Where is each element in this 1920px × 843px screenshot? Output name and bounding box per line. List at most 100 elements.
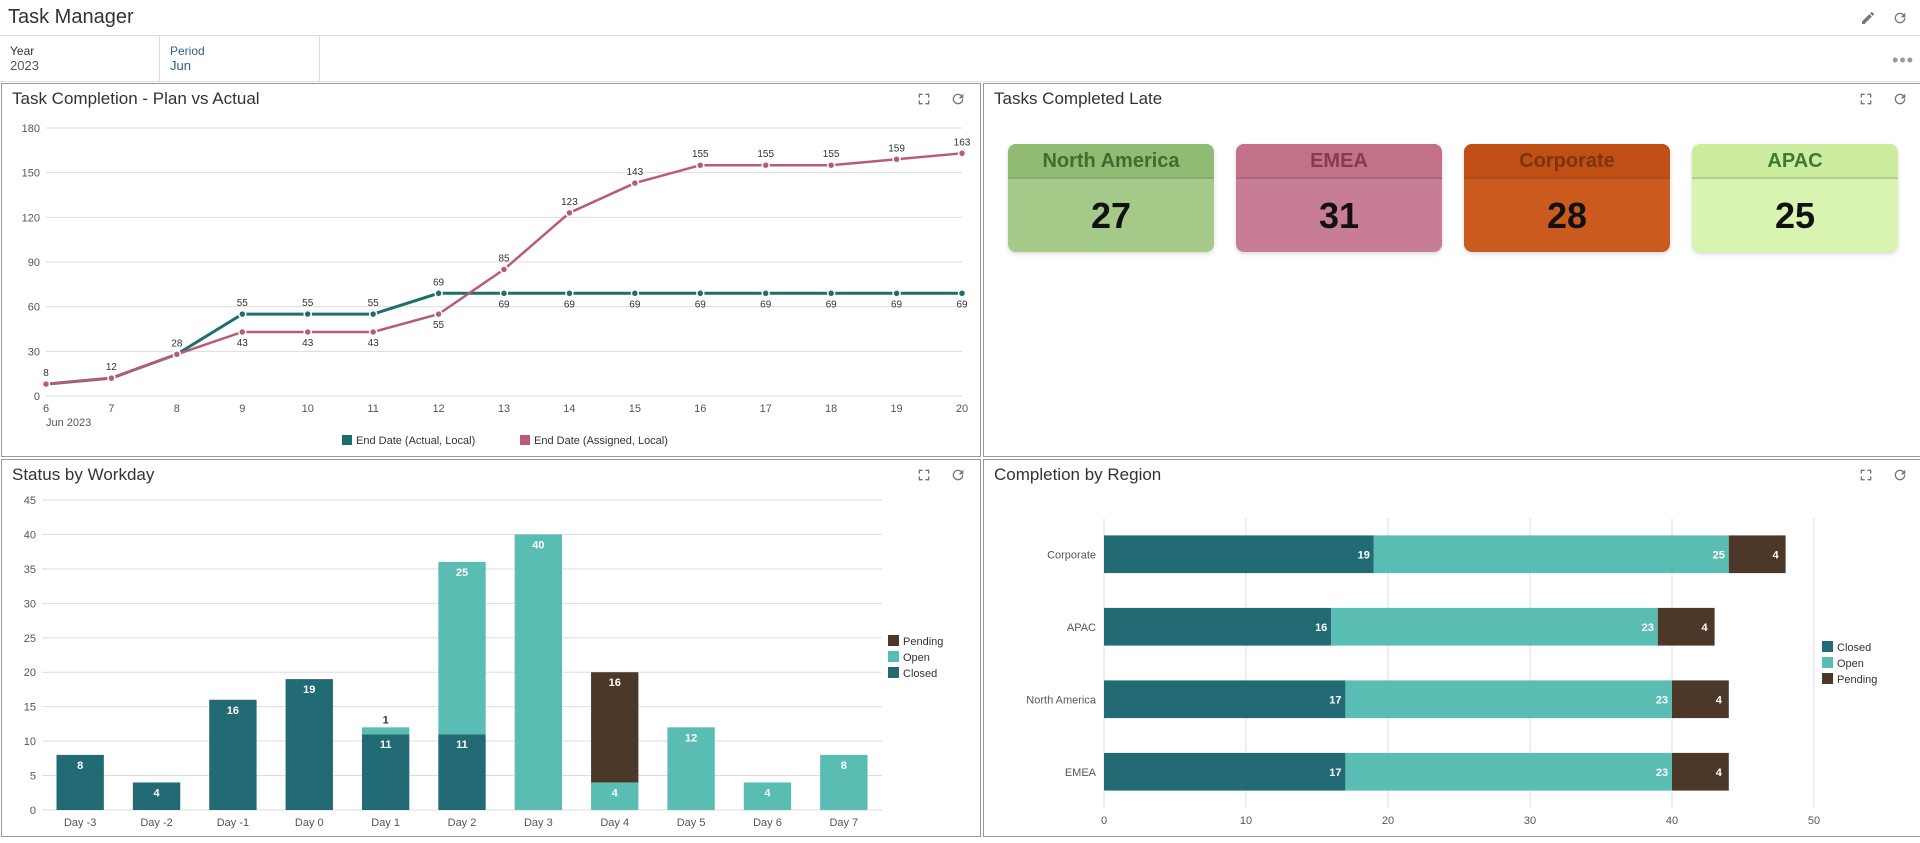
- svg-text:Pending: Pending: [1837, 674, 1877, 686]
- kpi-value: 27: [1008, 179, 1214, 252]
- kpi-card[interactable]: EMEA31: [1236, 144, 1442, 252]
- kpi-card[interactable]: Corporate28: [1464, 144, 1670, 252]
- svg-text:Day -2: Day -2: [140, 817, 172, 829]
- svg-text:30: 30: [1524, 815, 1536, 827]
- svg-text:143: 143: [627, 167, 644, 178]
- expand-icon[interactable]: [1854, 463, 1878, 487]
- expand-icon[interactable]: [912, 463, 936, 487]
- expand-icon[interactable]: [1854, 87, 1878, 111]
- svg-text:5: 5: [30, 771, 36, 783]
- svg-text:43: 43: [237, 338, 249, 349]
- svg-text:20: 20: [24, 667, 36, 679]
- svg-text:155: 155: [823, 149, 840, 160]
- svg-text:4: 4: [1716, 767, 1723, 779]
- panel-title: Completion by Region: [994, 465, 1161, 485]
- panel-completion-region: Completion by Region 01020304050Corporat…: [983, 459, 1920, 837]
- svg-text:180: 180: [22, 123, 40, 135]
- refresh-icon[interactable]: [1888, 6, 1912, 30]
- svg-text:End Date (Actual, Local): End Date (Actual, Local): [356, 435, 475, 447]
- more-options-icon[interactable]: •••: [1892, 50, 1914, 71]
- svg-text:120: 120: [22, 212, 40, 224]
- svg-text:43: 43: [368, 338, 380, 349]
- kpi-row: North America27EMEA31Corporate28APAC25: [984, 110, 1920, 286]
- svg-text:4: 4: [1702, 622, 1709, 634]
- kpi-label: Corporate: [1464, 144, 1670, 177]
- svg-text:25: 25: [24, 633, 36, 645]
- svg-text:43: 43: [302, 338, 314, 349]
- svg-text:Day -3: Day -3: [64, 817, 96, 829]
- kpi-card[interactable]: APAC25: [1692, 144, 1898, 252]
- svg-text:4: 4: [1716, 694, 1723, 706]
- dashboard-grid: Task Completion - Plan vs Actual 0 30 60 90…: [0, 82, 1920, 838]
- refresh-icon[interactable]: [946, 87, 970, 111]
- svg-text:Day 5: Day 5: [677, 817, 706, 829]
- svg-text:Day 2: Day 2: [448, 817, 477, 829]
- svg-text:90: 90: [28, 257, 40, 269]
- svg-text:19: 19: [890, 403, 902, 415]
- filter-year[interactable]: Year 2023: [0, 36, 160, 81]
- svg-text:150: 150: [22, 168, 40, 180]
- titlebar-actions: [1856, 6, 1912, 30]
- svg-text:25: 25: [1713, 549, 1725, 561]
- svg-text:7: 7: [108, 403, 114, 415]
- panel-plan-vs-actual: Task Completion - Plan vs Actual 0306090…: [1, 83, 981, 457]
- svg-text:Jun 2023: Jun 2023: [46, 417, 91, 429]
- svg-text:Pending: Pending: [903, 636, 943, 648]
- kpi-value: 31: [1236, 179, 1442, 252]
- line-chart[interactable]: 0306090120150180678910111213141516171819…: [12, 118, 970, 452]
- svg-text:EMEA: EMEA: [1065, 767, 1097, 779]
- svg-text:4: 4: [612, 787, 619, 799]
- bar-chart-status[interactable]: 0510152025303540458Day -34Day -216Day -1…: [12, 494, 970, 832]
- filter-period[interactable]: Period Jun: [160, 36, 320, 81]
- svg-text:10: 10: [302, 403, 314, 415]
- svg-text:12: 12: [685, 732, 697, 744]
- svg-text:45: 45: [24, 495, 36, 507]
- svg-text:8: 8: [841, 760, 847, 772]
- svg-text:Day 4: Day 4: [600, 817, 629, 829]
- svg-text:Corporate: Corporate: [1047, 549, 1096, 561]
- svg-text:APAC: APAC: [1067, 622, 1096, 634]
- svg-text:23: 23: [1656, 694, 1668, 706]
- page-title: Task Manager: [8, 6, 134, 29]
- svg-text:55: 55: [368, 298, 380, 309]
- svg-text:10: 10: [1240, 815, 1252, 827]
- svg-text:69: 69: [956, 299, 968, 310]
- expand-icon[interactable]: [912, 87, 936, 111]
- refresh-icon[interactable]: [1888, 463, 1912, 487]
- svg-text:End Date (Assigned, Local): End Date (Assigned, Local): [534, 435, 668, 447]
- svg-text:85: 85: [498, 253, 510, 264]
- svg-text:16: 16: [694, 403, 706, 415]
- svg-text:55: 55: [237, 298, 249, 309]
- panel-title: Task Completion - Plan vs Actual: [12, 89, 260, 109]
- svg-text:69: 69: [826, 299, 838, 310]
- svg-text:11: 11: [367, 403, 378, 415]
- svg-text:6: 6: [43, 403, 49, 415]
- kpi-card[interactable]: North America27: [1008, 144, 1214, 252]
- svg-text:69: 69: [760, 299, 772, 310]
- svg-text:8: 8: [43, 368, 49, 379]
- svg-text:12: 12: [106, 362, 118, 373]
- svg-text:35: 35: [24, 564, 36, 576]
- svg-text:4: 4: [153, 787, 160, 799]
- titlebar: Task Manager: [0, 0, 1920, 36]
- svg-text:23: 23: [1656, 767, 1668, 779]
- refresh-icon[interactable]: [1888, 87, 1912, 111]
- svg-text:Day 6: Day 6: [753, 817, 782, 829]
- edit-icon[interactable]: [1856, 6, 1880, 30]
- svg-text:17: 17: [760, 403, 772, 415]
- svg-text:Day 7: Day 7: [829, 817, 858, 829]
- panel-tasks-late: Tasks Completed Late North America27EMEA…: [983, 83, 1920, 457]
- svg-text:60: 60: [28, 302, 40, 314]
- svg-text:Open: Open: [1837, 658, 1864, 670]
- svg-text:30: 30: [28, 346, 40, 358]
- refresh-icon[interactable]: [946, 463, 970, 487]
- filterbar: Year 2023 Period Jun •••: [0, 36, 1920, 82]
- bar-chart-region[interactable]: 01020304050Corporate19254APAC16234North …: [994, 494, 1912, 832]
- svg-text:19: 19: [303, 684, 315, 696]
- svg-text:0: 0: [30, 805, 36, 817]
- svg-text:8: 8: [77, 760, 83, 772]
- svg-text:40: 40: [24, 529, 36, 541]
- svg-text:40: 40: [532, 539, 544, 551]
- svg-text:69: 69: [498, 299, 510, 310]
- svg-text:40: 40: [1666, 815, 1678, 827]
